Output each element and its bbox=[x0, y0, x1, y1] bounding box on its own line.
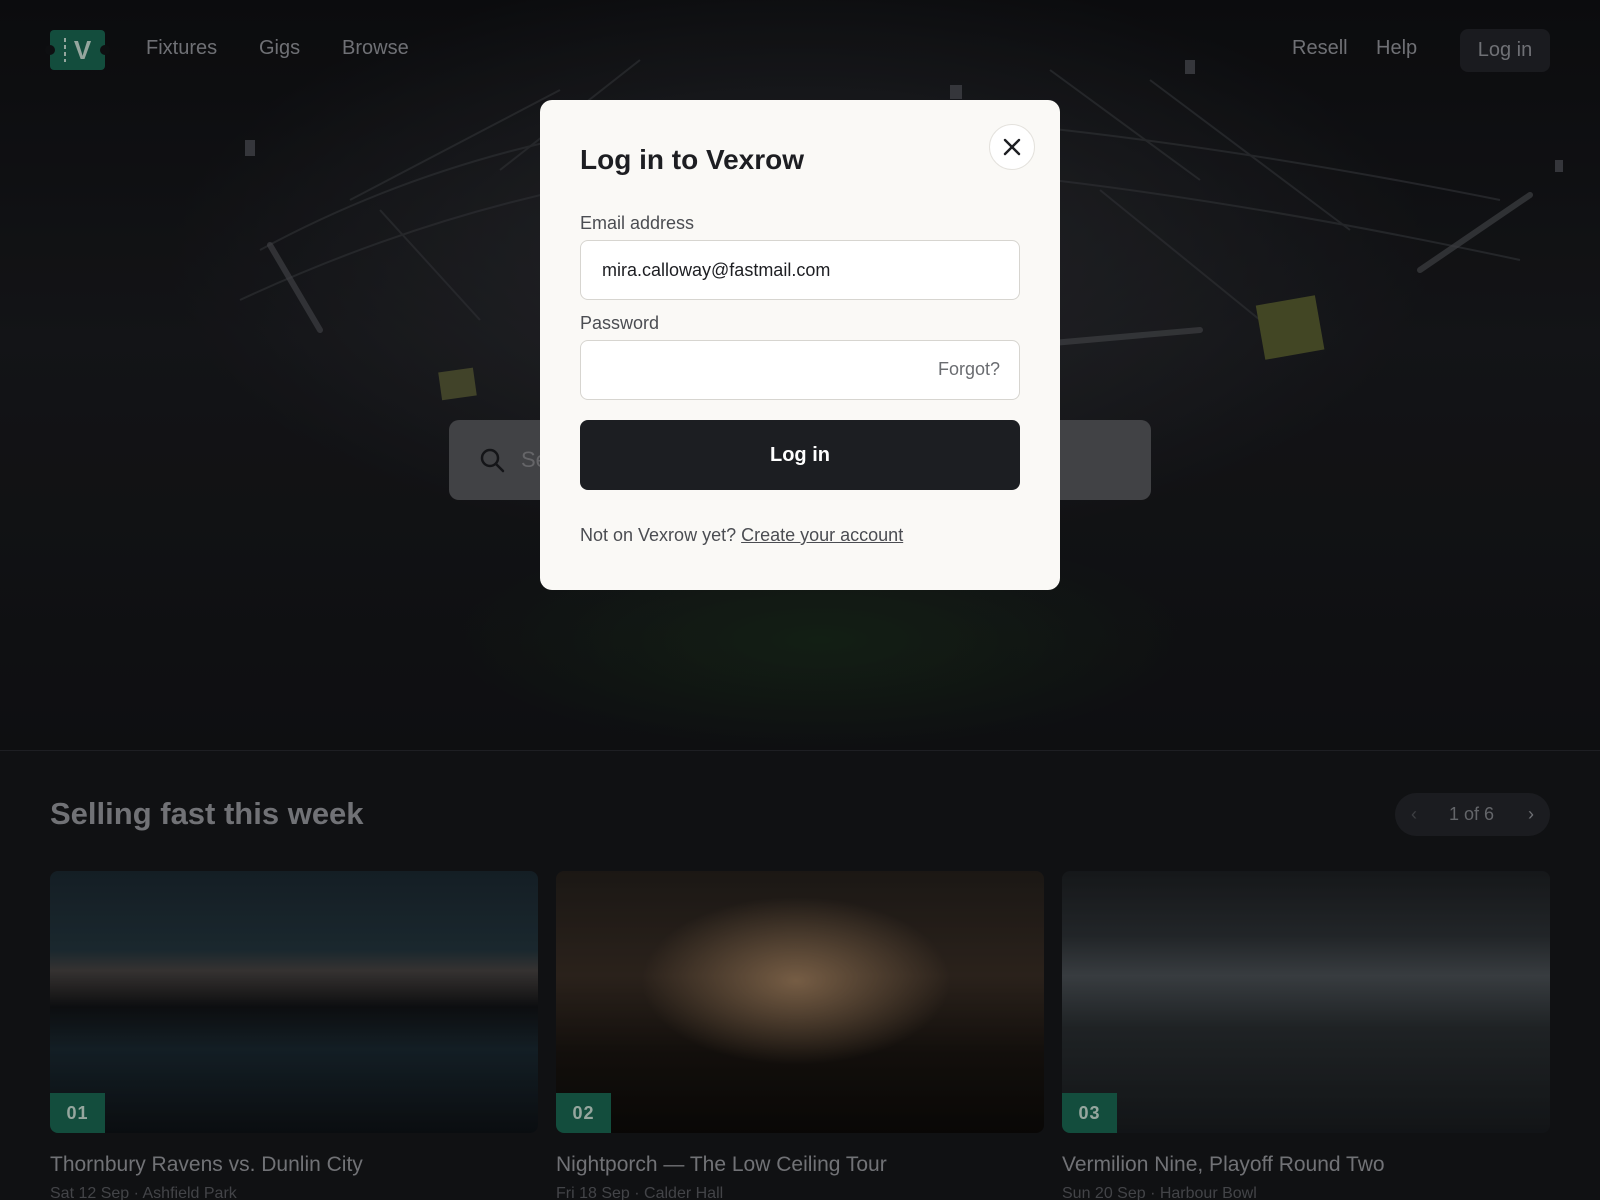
dialog-title: Log in to Vexrow bbox=[580, 144, 805, 175]
email-field[interactable] bbox=[581, 241, 911, 299]
forgot-password-link[interactable]: Forgot? bbox=[938, 359, 1000, 380]
password-field[interactable] bbox=[581, 341, 911, 399]
email-label: Email address bbox=[580, 213, 695, 233]
login-submit-button[interactable]: Log in bbox=[580, 420, 1020, 490]
signup-prompt-text: Not on Vexrow yet? bbox=[580, 525, 737, 545]
signup-prompt: Not on Vexrow yet? Create your account bbox=[580, 525, 903, 546]
close-icon bbox=[1003, 138, 1021, 156]
close-button[interactable] bbox=[989, 124, 1035, 170]
email-field-box bbox=[580, 240, 1020, 300]
login-dialog: Log in to Vexrow Email address Password … bbox=[540, 100, 1060, 590]
password-label: Password bbox=[580, 313, 660, 333]
create-account-link[interactable]: Create your account bbox=[741, 525, 903, 545]
password-field-box: Forgot? bbox=[580, 340, 1020, 400]
